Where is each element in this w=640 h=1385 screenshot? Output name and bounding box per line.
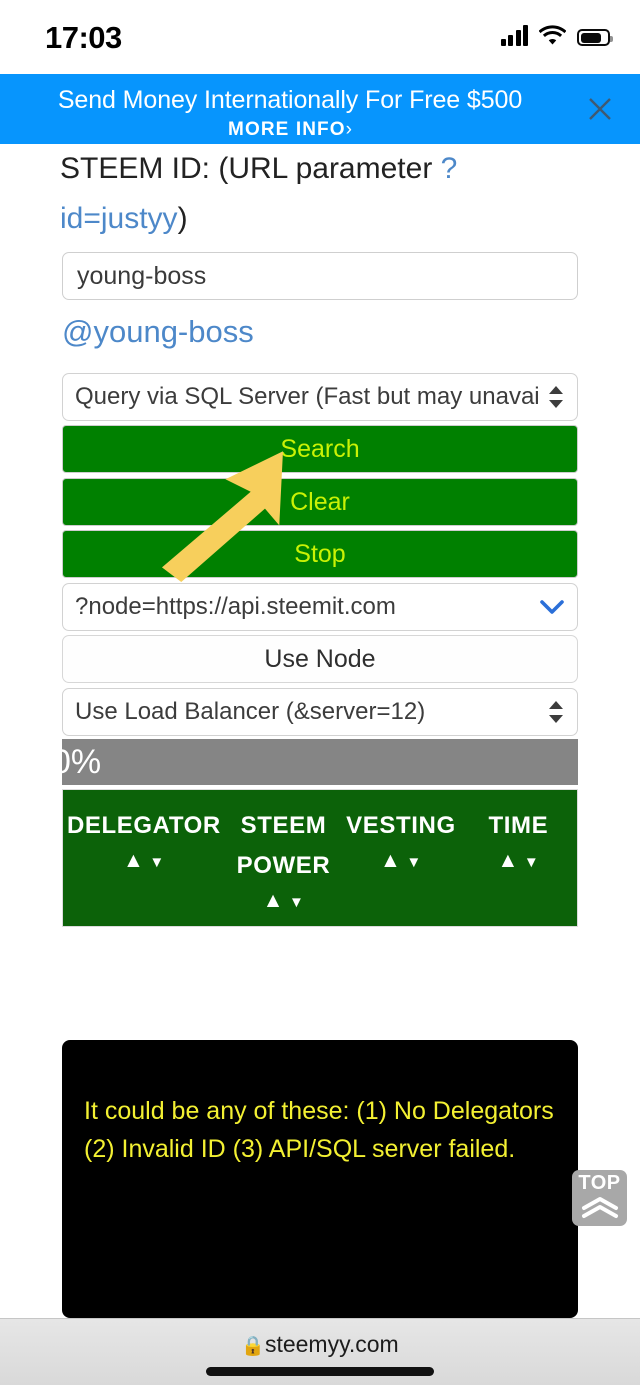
double-chevron-up-icon	[572, 1195, 627, 1224]
table-column-time-label: TIME	[488, 812, 549, 839]
clear-button-label: Clear	[290, 487, 350, 516]
ad-banner-close-button[interactable]	[578, 87, 622, 131]
search-button[interactable]: Search	[62, 425, 578, 473]
status-bar-clock: 17:03	[45, 20, 122, 55]
search-button-label: Search	[280, 434, 360, 463]
load-balancer-value: Use Load Balancer (&server=12)	[75, 698, 426, 725]
table-column-delegator-label: DELEGATOR	[67, 812, 221, 839]
table-column-time[interactable]: TIME ▲ ▼	[460, 806, 577, 912]
sort-descending-icon[interactable]: ▼	[524, 854, 539, 871]
status-bar-icons	[500, 24, 613, 46]
close-icon	[589, 98, 611, 120]
chevron-down-icon	[539, 598, 565, 616]
sort-controls[interactable]: ▲ ▼	[229, 888, 338, 912]
table-column-delegator[interactable]: DELEGATOR ▲ ▼	[63, 806, 225, 912]
node-select[interactable]: ?node=https://api.steemit.com	[62, 583, 578, 631]
address-bar-url: steemyy.com	[264, 1331, 399, 1357]
ios-status-bar: 17:03	[0, 0, 640, 74]
ad-banner[interactable]: Send Money Internationally For Free $500…	[0, 74, 640, 144]
browser-bottom-bar: 🔒steemyy.com	[0, 1318, 640, 1385]
phone-screen: 17:03 Send Money Internationally For Fre…	[0, 0, 640, 1385]
table-column-steem-power[interactable]: STEEM POWER ▲ ▼	[225, 806, 342, 912]
select-updown-icon	[547, 384, 565, 410]
sort-ascending-icon[interactable]: ▲	[380, 849, 401, 872]
use-node-button-label: Use Node	[264, 644, 376, 673]
page-title-suffix: )	[177, 202, 188, 235]
page-title-prefix: STEEM ID: (URL parameter	[60, 152, 441, 185]
clear-button[interactable]: Clear	[62, 478, 578, 526]
ad-banner-text: Send Money Internationally For Free $500…	[0, 86, 580, 141]
cellular-signal-icon	[500, 24, 528, 46]
ad-banner-headline: Send Money Internationally For Free $500	[57, 86, 523, 114]
progress-bar-label: 0%	[62, 742, 102, 781]
sort-ascending-icon[interactable]: ▲	[497, 849, 518, 872]
query-method-select[interactable]: Query via SQL Server (Fast but may unava…	[62, 373, 578, 421]
home-indicator[interactable]	[206, 1367, 434, 1376]
table-column-vesting-label: VESTING	[346, 812, 456, 839]
load-balancer-select[interactable]: Use Load Balancer (&server=12)	[62, 688, 578, 736]
ad-banner-cta-label: MORE INFO	[228, 119, 346, 140]
sort-controls[interactable]: ▲ ▼	[464, 848, 573, 872]
sort-controls[interactable]: ▲ ▼	[346, 848, 456, 872]
console-message: It could be any of these: (1) No Delegat…	[84, 1097, 554, 1163]
back-to-top-button[interactable]: TOP	[572, 1170, 627, 1226]
sort-descending-icon[interactable]: ▼	[406, 854, 421, 871]
page-content: STEEM ID: (URL parameter ?id=justyy) @yo…	[0, 144, 640, 350]
steem-id-field-wrap	[0, 244, 640, 300]
lock-icon: 🔒	[241, 1336, 265, 1357]
sort-descending-icon[interactable]: ▼	[149, 854, 164, 871]
progress-bar: 0%	[62, 739, 578, 785]
sort-ascending-icon[interactable]: ▲	[123, 849, 144, 872]
stop-button-label: Stop	[294, 539, 346, 568]
table-column-steem-power-label: STEEM POWER	[236, 812, 331, 879]
sort-ascending-icon[interactable]: ▲	[263, 889, 284, 912]
account-link[interactable]: @young-boss	[0, 300, 640, 350]
back-to-top-label: TOP	[578, 1172, 621, 1194]
ad-banner-cta[interactable]: MORE INFO›	[0, 119, 580, 141]
address-bar[interactable]: 🔒steemyy.com	[0, 1331, 640, 1358]
page-title: STEEM ID: (URL parameter ?id=justyy)	[0, 144, 640, 244]
select-updown-icon	[547, 699, 565, 725]
sort-descending-icon[interactable]: ▼	[289, 894, 304, 911]
chevron-right-icon: ›	[345, 119, 352, 140]
battery-icon	[577, 29, 613, 46]
sort-controls[interactable]: ▲ ▼	[67, 848, 221, 872]
stop-button[interactable]: Stop	[62, 530, 578, 578]
wifi-icon	[539, 24, 566, 46]
query-method-value: Query via SQL Server (Fast but may unava…	[75, 383, 541, 410]
table-column-vesting[interactable]: VESTING ▲ ▼	[342, 806, 460, 912]
console-output: It could be any of these: (1) No Delegat…	[62, 1040, 578, 1318]
use-node-button[interactable]: Use Node	[62, 635, 578, 683]
node-select-value: ?node=https://api.steemit.com	[75, 593, 396, 620]
results-table-header: DELEGATOR ▲ ▼ STEEM POWER ▲ ▼ VESTING ▲ ▼ T…	[62, 789, 578, 927]
steem-id-input[interactable]	[62, 252, 578, 300]
